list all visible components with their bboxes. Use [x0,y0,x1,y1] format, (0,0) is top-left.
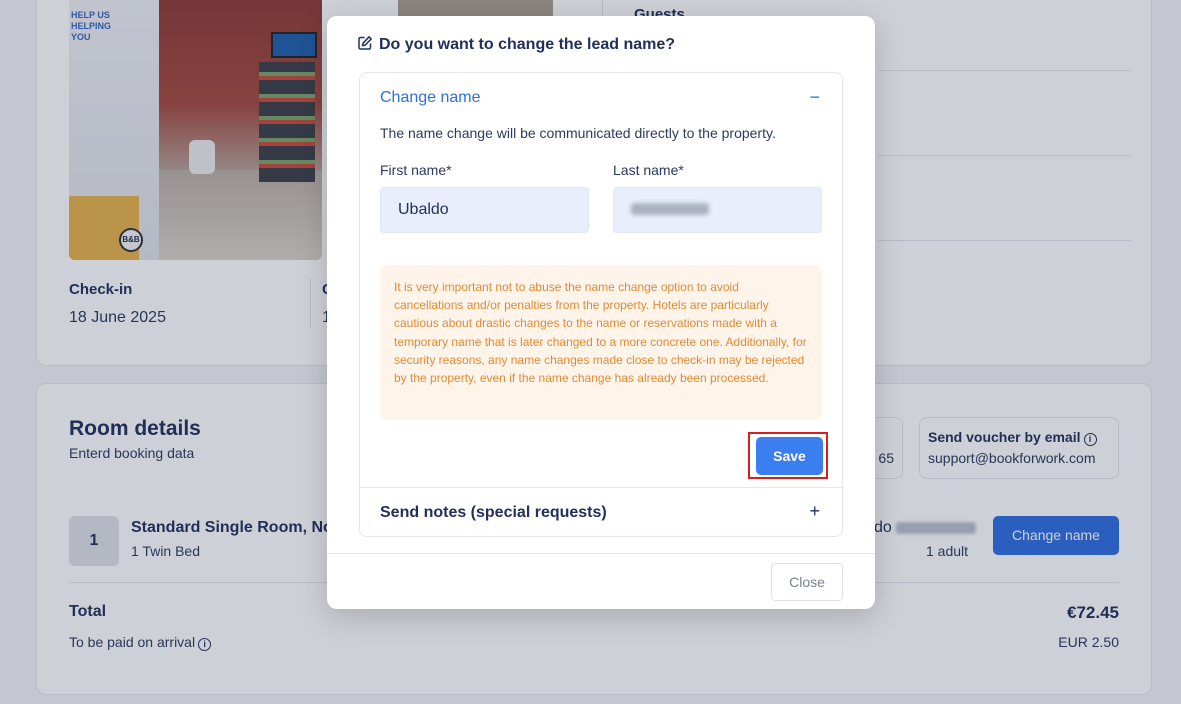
first-name-input[interactable]: Ubaldo [380,187,589,233]
collapse-icon[interactable]: − [809,87,820,108]
first-name-label: First name* [380,162,452,178]
send-notes-heading[interactable]: Send notes (special requests) [380,504,607,522]
change-name-accordion: Change name − The name change will be co… [359,72,843,537]
blurred-last-name [631,202,709,215]
last-name-label: Last name* [613,162,684,178]
change-name-description: The name change will be communicated dir… [380,125,776,141]
dialog-title: Do you want to change the lead name? [379,36,676,53]
change-lead-name-dialog: Do you want to change the lead name? Cha… [327,16,875,609]
expand-icon[interactable]: + [809,501,820,522]
close-button[interactable]: Close [771,563,843,601]
dialog-title-row: Do you want to change the lead name? [357,35,675,56]
save-button[interactable]: Save [756,437,823,475]
name-change-warning: It is very important not to abuse the na… [380,265,822,420]
edit-icon [357,35,373,56]
change-name-heading[interactable]: Change name [380,89,481,107]
last-name-input[interactable] [613,187,822,233]
